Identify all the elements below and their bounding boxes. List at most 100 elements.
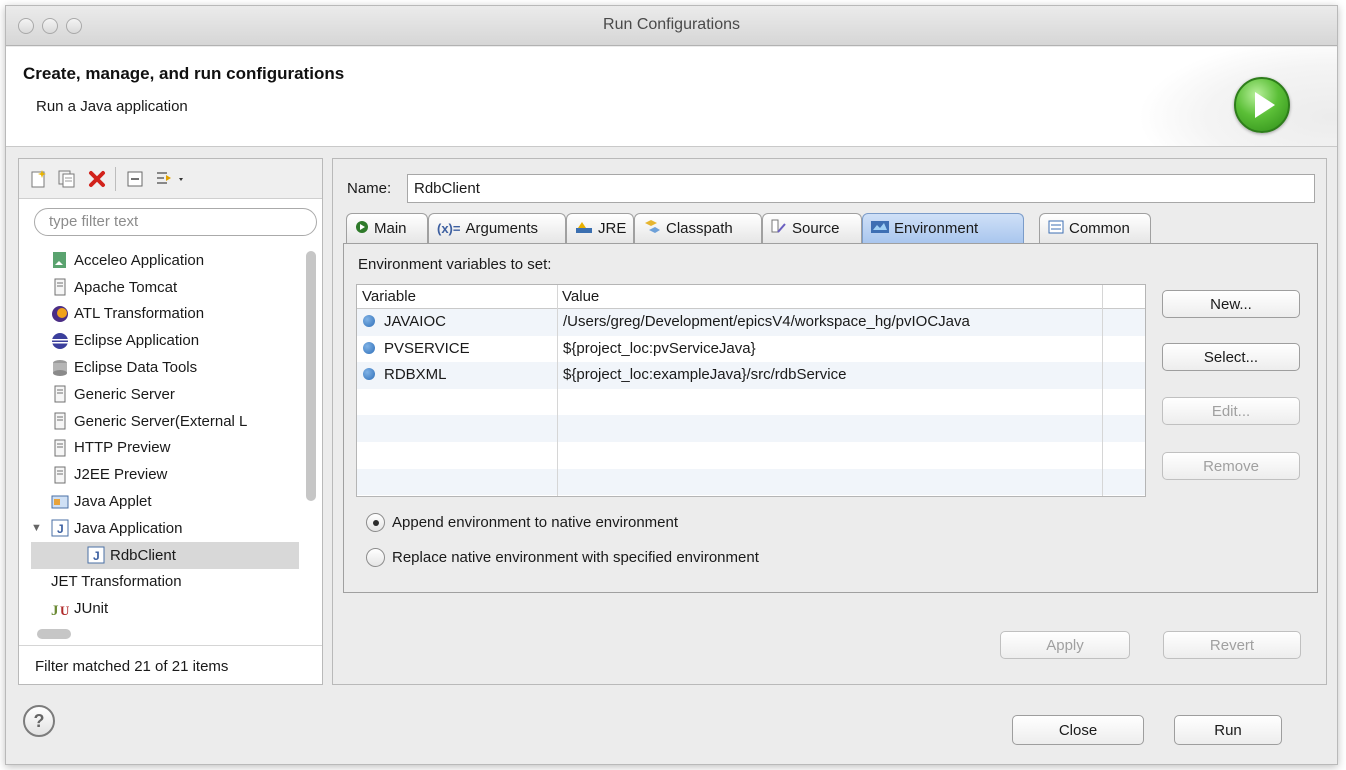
main-icon <box>355 220 369 237</box>
run-banner-icon <box>1234 77 1290 133</box>
tree-item-http-preview[interactable]: HTTP Preview <box>31 435 299 462</box>
delete-configuration-icon[interactable] <box>85 167 109 191</box>
run-button[interactable]: Run <box>1174 715 1282 745</box>
tree-item-label: JUnit <box>74 600 109 618</box>
variable-cell: RDBXML <box>384 366 447 384</box>
atl-icon <box>51 305 69 323</box>
apply-button[interactable]: Apply <box>1000 631 1130 659</box>
empty-row <box>357 415 1145 442</box>
tree-item-label: J2EE Preview <box>74 466 168 484</box>
edit-button[interactable]: Edit... <box>1162 397 1300 425</box>
replace-radio-label: Replace native environment with specifie… <box>392 549 759 566</box>
duplicate-configuration-icon[interactable] <box>55 167 79 191</box>
tree-item-atl-transformation[interactable]: ATL Transformation <box>31 301 299 328</box>
tree-item-java-applet[interactable]: Java Applet <box>31 488 299 515</box>
tree-item-label: HTTP Preview <box>74 439 171 457</box>
tree-item-label: RdbClient <box>110 546 176 564</box>
replace-radio[interactable] <box>366 548 385 567</box>
tab-label: Environment <box>894 220 979 237</box>
name-input[interactable]: RdbClient <box>407 174 1315 203</box>
tree-item-java-application[interactable]: ▼ J Java Application <box>31 515 299 542</box>
tab-jre[interactable]: JRE <box>566 213 634 243</box>
value-cell: ${project_loc:exampleJava}/src/rdbServic… <box>563 366 847 384</box>
tab-label: Source <box>792 220 840 237</box>
env-variables-label: Environment variables to set: <box>358 256 552 273</box>
tree-item-label: Apache Tomcat <box>74 278 178 296</box>
column-header-value[interactable]: Value <box>557 285 1102 309</box>
select-button[interactable]: Select... <box>1162 343 1300 371</box>
filter-status: Filter matched 21 of 21 items <box>35 658 229 675</box>
empty-row <box>357 442 1145 469</box>
table-row[interactable]: JAVAIOC /Users/greg/Development/epicsV4/… <box>357 309 1145 336</box>
applet-icon <box>51 493 69 511</box>
table-row[interactable]: RDBXML ${project_loc:exampleJava}/src/rd… <box>357 362 1145 389</box>
tree-item-label: Eclipse Data Tools <box>74 359 198 377</box>
tab-environment[interactable]: Environment <box>862 213 1024 243</box>
tree-item-acceleo-application[interactable]: Acceleo Application <box>31 247 299 274</box>
tree-item-label: Java Applet <box>74 493 152 511</box>
filter-input[interactable]: type filter text <box>34 208 317 236</box>
tree-item-eclipse-data-tools[interactable]: Eclipse Data Tools <box>31 354 299 381</box>
tree-horizontal-scrollbar[interactable] <box>37 629 71 639</box>
jre-icon <box>575 220 593 237</box>
tree-item-label: Acceleo Application <box>74 251 205 269</box>
dialog-header: Create, manage, and run configurations R… <box>6 47 1337 147</box>
collapse-all-icon[interactable] <box>123 167 147 191</box>
variable-cell: PVSERVICE <box>384 339 470 357</box>
configuration-list-panel: type filter text Acceleo Application Apa… <box>18 158 323 685</box>
run-configurations-dialog: Run Configurations Create, manage, and r… <box>5 5 1338 765</box>
tree-item-generic-server[interactable]: Generic Server <box>31 381 299 408</box>
acceleo-icon <box>51 251 69 269</box>
tree-item-generic-server-external[interactable]: Generic Server(External L <box>31 408 299 435</box>
table-row[interactable]: PVSERVICE ${project_loc:pvServiceJava} <box>357 336 1145 363</box>
server-icon <box>51 466 69 484</box>
column-header-variable[interactable]: Variable <box>357 285 557 309</box>
svg-text:J: J <box>57 522 64 536</box>
tab-label: Arguments <box>465 220 539 237</box>
svg-text:U: U <box>60 603 69 618</box>
svg-text:J: J <box>51 603 59 618</box>
configuration-editor-panel: Name: RdbClient Main (x)= Arguments JRE … <box>332 158 1327 685</box>
tree-item-label: Generic Server(External L <box>74 412 248 430</box>
tree-vertical-scrollbar[interactable] <box>306 251 316 501</box>
append-radio[interactable] <box>366 513 385 532</box>
tree-item-rdbclient[interactable]: J RdbClient <box>31 541 299 569</box>
help-icon[interactable]: ? <box>23 705 55 737</box>
tab-label: Common <box>1069 220 1130 237</box>
append-radio-label: Append environment to native environment <box>392 514 679 531</box>
variable-icon <box>363 341 375 354</box>
empty-row <box>357 468 1145 496</box>
empty-row <box>357 389 1145 416</box>
tree-item-label: Generic Server <box>74 385 175 403</box>
close-button[interactable]: Close <box>1012 715 1144 745</box>
filter-dropdown-icon[interactable] <box>151 167 191 191</box>
tree-item-j2ee-preview[interactable]: J2EE Preview <box>31 461 299 488</box>
new-configuration-icon[interactable] <box>27 167 51 191</box>
tree-item-apache-tomcat[interactable]: Apache Tomcat <box>31 274 299 301</box>
java-app-icon: J <box>87 546 105 564</box>
tree-item-junit[interactable]: JU JUnit <box>31 595 299 622</box>
tab-arguments[interactable]: (x)= Arguments <box>428 213 566 243</box>
replace-environment-option[interactable]: Replace native environment with specifie… <box>366 548 759 567</box>
tab-main[interactable]: Main <box>346 213 428 243</box>
tree-item-eclipse-application[interactable]: Eclipse Application <box>31 327 299 354</box>
expand-arrow-icon[interactable]: ▼ <box>31 522 45 534</box>
name-label: Name: <box>347 180 392 197</box>
append-environment-option[interactable]: Append environment to native environment <box>366 513 678 532</box>
environment-tab-content: Environment variables to set: JAVAIOC /U… <box>343 243 1318 593</box>
variable-cell: JAVAIOC <box>384 313 446 330</box>
header-title: Create, manage, and run configurations <box>23 64 345 83</box>
tree-item-jet-transformation[interactable]: JET Transformation <box>31 569 299 596</box>
new-button[interactable]: New... <box>1162 290 1300 318</box>
window-title: Run Configurations <box>603 16 740 33</box>
tree-item-label: Eclipse Application <box>74 332 200 350</box>
tab-common[interactable]: Common <box>1039 213 1151 243</box>
arguments-icon: (x)= <box>437 221 461 236</box>
tree-item-label: Java Application <box>74 519 183 537</box>
value-cell: ${project_loc:pvServiceJava} <box>563 339 756 357</box>
tab-classpath[interactable]: Classpath <box>634 213 762 243</box>
remove-button[interactable]: Remove <box>1162 452 1300 480</box>
tab-source[interactable]: Source <box>762 213 862 243</box>
title-bar: Run Configurations <box>6 6 1337 46</box>
revert-button[interactable]: Revert <box>1163 631 1301 659</box>
